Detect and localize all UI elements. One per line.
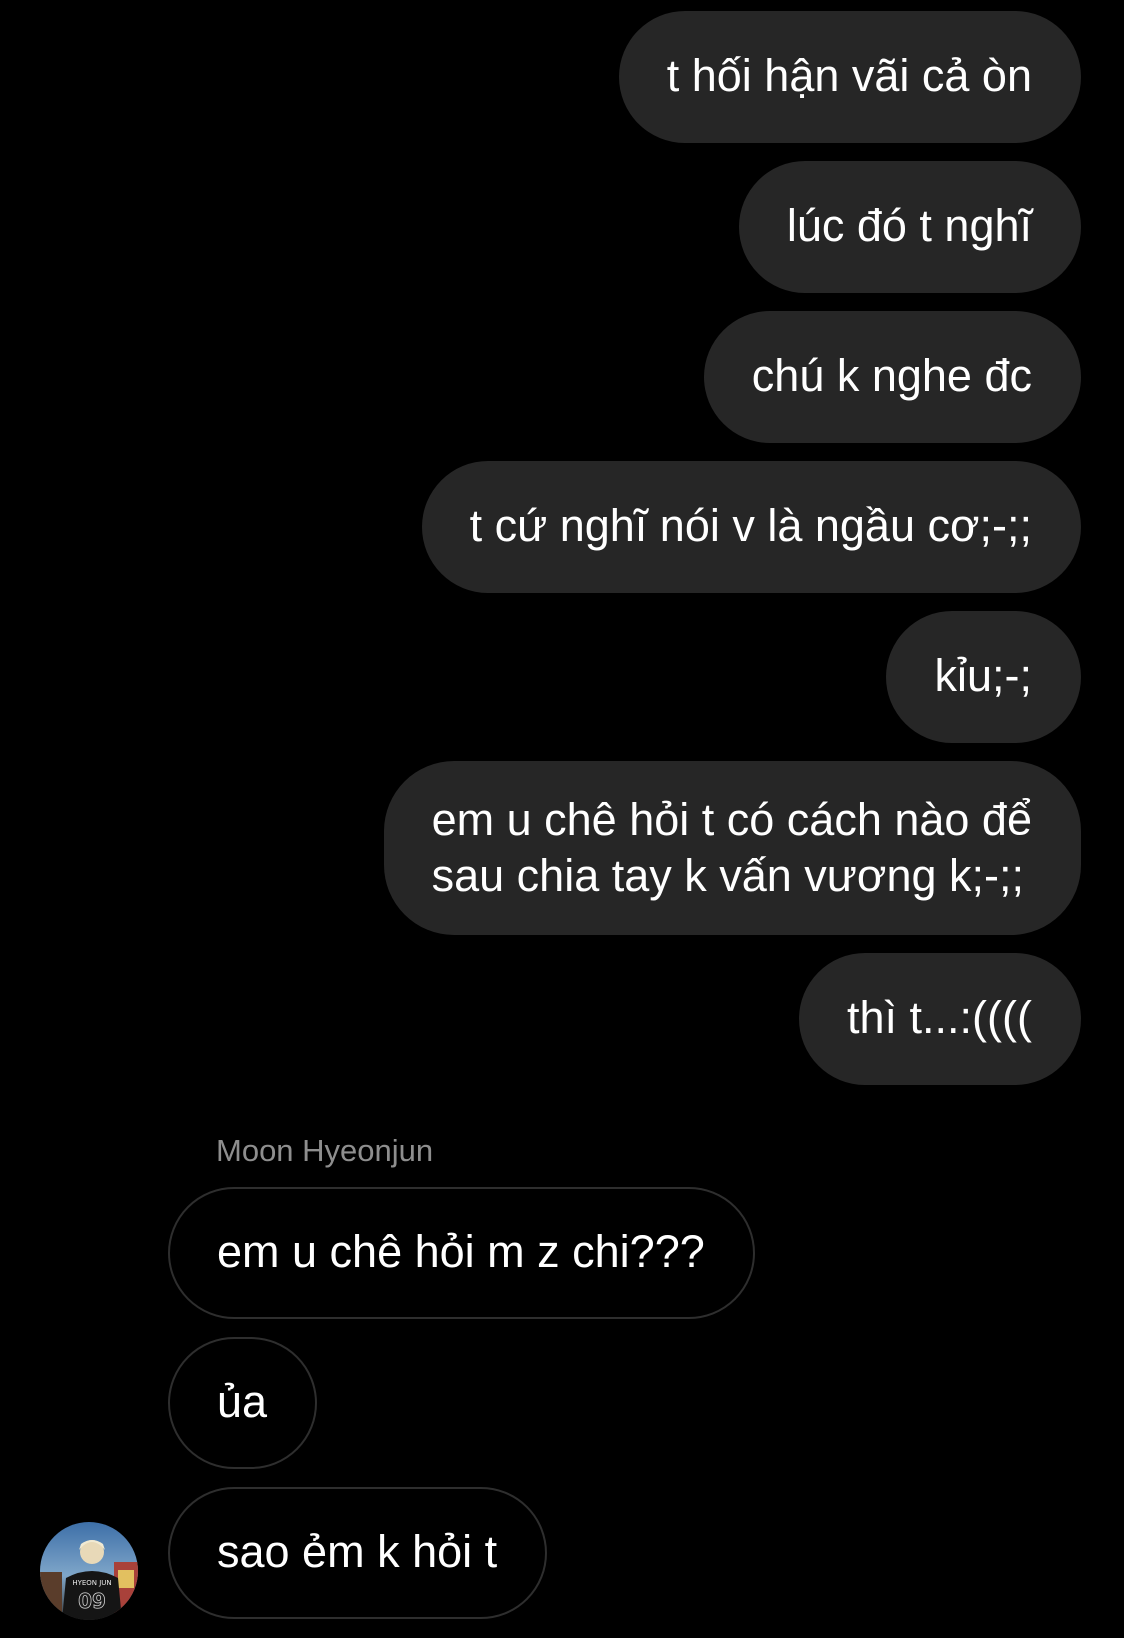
outgoing-message[interactable]: t cứ nghĩ nói v là ngầu cơ;-;; — [421, 461, 1081, 593]
message-text: t hối hận vãi cả òn — [666, 50, 1032, 101]
outgoing-message[interactable]: kỉu;-; — [886, 611, 1081, 743]
outgoing-message[interactable]: t hối hận vãi cả òn — [618, 11, 1081, 143]
incoming-message[interactable]: em u chê hỏi m z chi??? — [168, 1187, 755, 1319]
message-text: ủa — [217, 1376, 268, 1427]
message-text: lúc đó t nghĩ — [786, 200, 1032, 251]
avatar-image: HYEON JUN 09 — [40, 1522, 138, 1620]
outgoing-message[interactable]: lúc đó t nghĩ — [738, 161, 1081, 293]
message-text: kỉu;-; — [934, 650, 1032, 701]
message-text: chú k nghe đc — [751, 350, 1032, 401]
outgoing-message[interactable]: chú k nghe đc — [703, 311, 1081, 443]
jersey-text: HYEON JUN — [72, 1579, 111, 1587]
chat-thread: t hối hận vãi cả òn lúc đó t nghĩ chú k … — [0, 0, 1124, 1638]
message-text-line: sau chia tay k vấn vương k;-;; — [431, 850, 1024, 901]
sender-name: Moon Hyeonjun — [216, 1133, 434, 1168]
incoming-message[interactable]: sao ẻm k hỏi t — [168, 1487, 548, 1619]
message-text: t cứ nghĩ nói v là ngầu cơ;-;; — [469, 500, 1032, 551]
outgoing-message[interactable]: thì t...:(((( — [799, 953, 1081, 1085]
incoming-message[interactable]: ủa — [168, 1337, 318, 1469]
message-text-line: em u chê hỏi t có cách nào để — [431, 794, 1032, 845]
outgoing-message[interactable]: em u chê hỏi t có cách nào để sau chia t… — [383, 761, 1081, 935]
avatar[interactable]: HYEON JUN 09 — [40, 1522, 138, 1620]
message-text: sao ẻm k hỏi t — [217, 1526, 498, 1577]
message-text: thì t...:(((( — [847, 992, 1032, 1043]
jersey-number: 09 — [78, 1589, 106, 1613]
message-text: em u chê hỏi m z chi??? — [217, 1226, 705, 1277]
